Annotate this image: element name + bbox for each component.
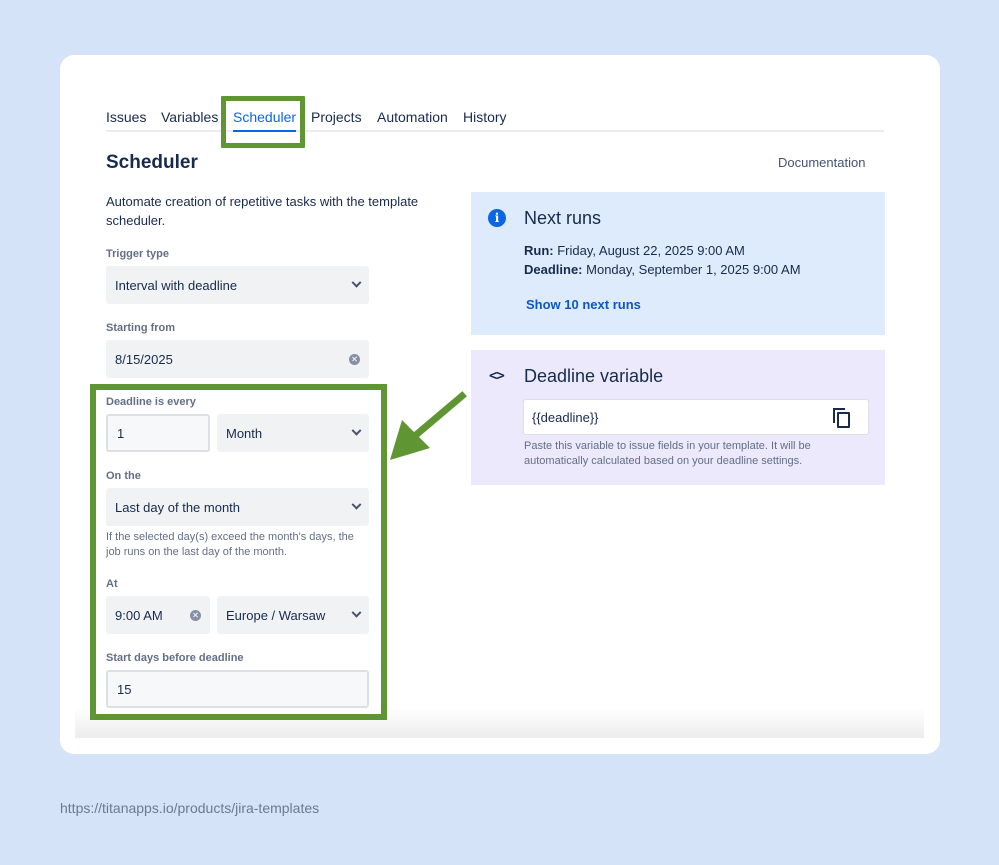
tab-projects[interactable]: Projects <box>311 100 362 130</box>
info-icon: i <box>488 209 506 227</box>
run-value: Friday, August 22, 2025 9:00 AM <box>557 243 745 258</box>
run-line: Run: Friday, August 22, 2025 9:00 AM <box>524 243 745 258</box>
tab-automation[interactable]: Automation <box>377 100 448 130</box>
deadline-variable-panel: <> Deadline variable {{deadline}} Paste … <box>471 350 885 485</box>
trigger-type-label: Trigger type <box>106 248 169 260</box>
clear-icon[interactable] <box>349 353 360 365</box>
code-icon: <> <box>489 368 505 384</box>
deadline-variable-value: {{deadline}} <box>532 409 599 425</box>
deadline-variable-help: Paste this variable to issue fields in y… <box>524 440 811 467</box>
page-description: Automate creation of repetitive tasks wi… <box>106 194 419 228</box>
run-label: Run: <box>524 243 554 258</box>
deadline-label: Deadline: <box>524 262 583 277</box>
tab-issues[interactable]: Issues <box>106 100 146 130</box>
arrow-annotation-icon <box>390 391 467 460</box>
documentation-link[interactable]: Documentation <box>778 155 865 170</box>
chevron-down-icon <box>351 277 362 288</box>
trigger-type-select[interactable]: Interval with deadline <box>106 266 369 304</box>
next-runs-panel: i Next runs Run: Friday, August 22, 2025… <box>471 192 885 335</box>
page-title: Scheduler <box>106 152 198 173</box>
deadline-value: Monday, September 1, 2025 9:00 AM <box>586 262 801 277</box>
tab-highlight-box <box>221 96 305 148</box>
next-runs-title: Next runs <box>524 208 602 228</box>
trigger-type-value: Interval with deadline <box>115 277 238 293</box>
show-next-runs-link[interactable]: Show 10 next runs <box>526 297 641 312</box>
starting-from-value: 8/15/2025 <box>115 351 173 367</box>
copy-icon[interactable] <box>833 408 850 428</box>
tab-variables[interactable]: Variables <box>161 100 218 130</box>
deadline-variable-title: Deadline variable <box>524 366 664 386</box>
footer-url: https://titanapps.io/products/jira-templ… <box>60 800 320 816</box>
form-highlight-box <box>90 384 387 720</box>
starting-from-input[interactable]: 8/15/2025 <box>106 340 369 378</box>
starting-from-label: Starting from <box>106 322 176 334</box>
deadline-line: Deadline: Monday, September 1, 2025 9:00… <box>524 262 801 277</box>
deadline-variable-field[interactable]: {{deadline}} <box>523 399 869 435</box>
tab-history[interactable]: History <box>463 100 507 130</box>
